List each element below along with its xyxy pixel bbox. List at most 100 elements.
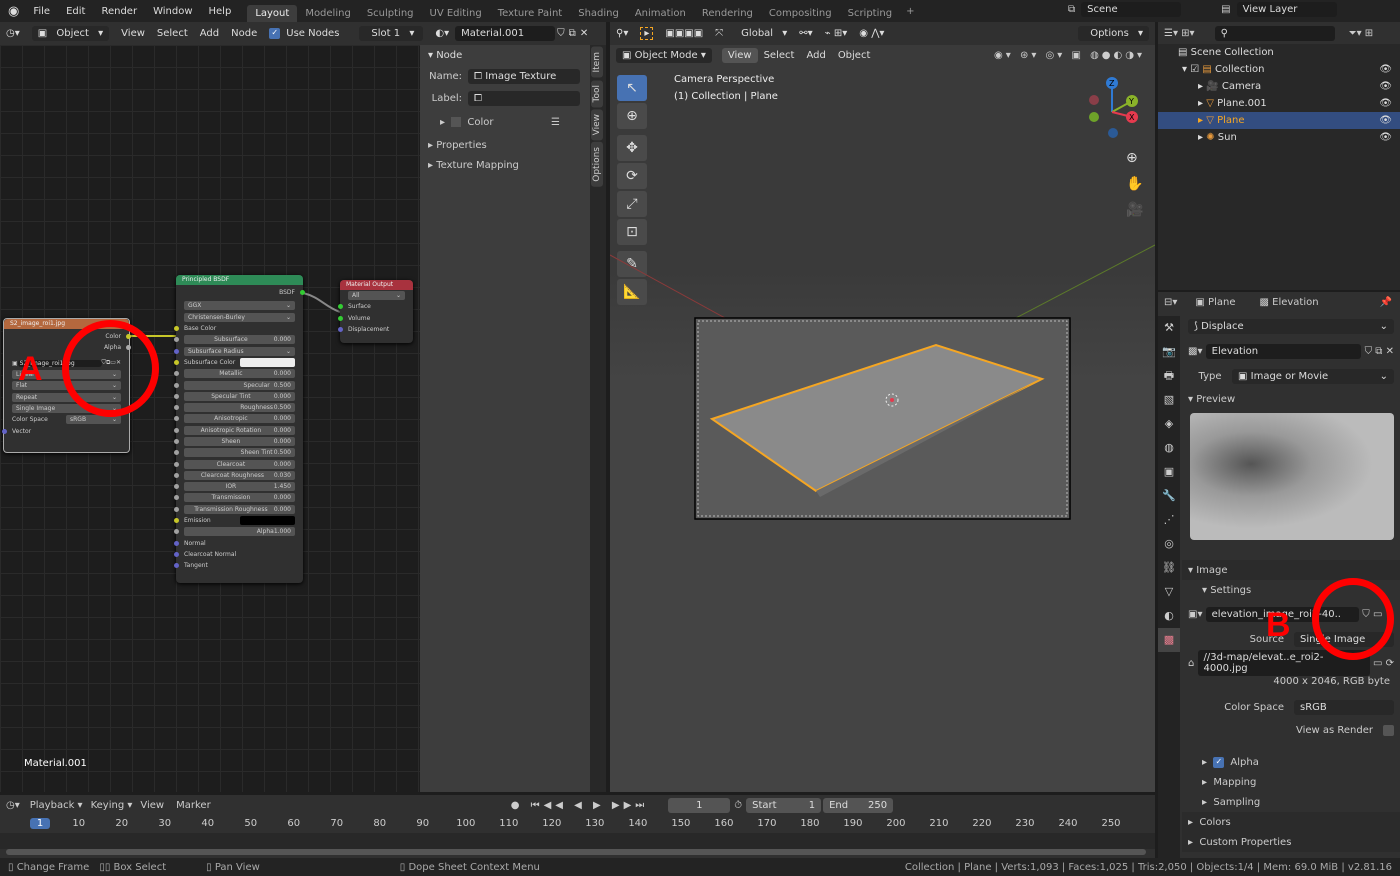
file-browse-icons[interactable]: ▭ ⟳ [1370, 658, 1394, 669]
output-input-displacement[interactable]: Displacement [338, 324, 413, 335]
bsdf-input-tangent[interactable]: Tangent [174, 560, 303, 571]
subsurface-method-dropdown[interactable]: Christensen-Burley ⌄ [184, 312, 295, 322]
timeline-track[interactable] [0, 833, 1155, 849]
socket[interactable] [174, 359, 179, 365]
context-object[interactable]: Plane [1208, 297, 1235, 308]
mapping-panel[interactable]: Mapping [1213, 777, 1256, 788]
expand-mapping-icon[interactable]: ▸ [428, 160, 436, 171]
list-icon[interactable]: ☰ [551, 117, 560, 128]
menu-select[interactable]: Select [157, 28, 188, 39]
orientation-dropdown[interactable]: Global ▾ [735, 28, 787, 39]
view-layer-icon[interactable]: ▤ [1221, 4, 1230, 15]
editor-type-icon[interactable]: ◷▾ [6, 28, 20, 39]
tab-uv-editing[interactable]: UV Editing [422, 5, 490, 22]
tab-texture-paint[interactable]: Texture Paint [490, 5, 571, 22]
tab-item[interactable]: Item [591, 47, 603, 78]
tab-options[interactable]: Options [591, 142, 603, 188]
socket[interactable] [174, 337, 179, 343]
bsdf-input-anisotropic[interactable]: Anisotropic 0.000 [174, 413, 303, 424]
bsdf-input-alpha[interactable]: Alpha 1.000 [174, 526, 303, 537]
properties-tab-particles-icon[interactable]: ⋰ [1158, 508, 1180, 532]
scene-icon[interactable]: ⧉ [1068, 4, 1075, 15]
alpha-checkbox[interactable]: ✓ [1213, 756, 1225, 768]
start-frame-field[interactable]: Start 1 [746, 797, 822, 813]
material-output-node[interactable]: Material Output All ⌄ Surface Volume Displa… [338, 280, 413, 343]
menu-file[interactable]: File [25, 6, 58, 17]
bsdf-input-roughness[interactable]: Roughness 0.500 [174, 402, 303, 413]
bsdf-node-header[interactable]: Principled BSDF [176, 275, 303, 285]
output-node-header[interactable]: Material Output [340, 280, 413, 290]
texture-browse-icon[interactable]: ▩▾ [1188, 346, 1206, 357]
outliner-search-input[interactable]: ⚲ [1214, 25, 1335, 41]
socket[interactable] [174, 529, 179, 535]
outliner-item-camera[interactable]: ▸ 🎥 Camera 👁 [1158, 78, 1400, 95]
outliner-item-sun[interactable]: ▸ ✺ Sun 👁 [1158, 129, 1400, 146]
stopwatch-icon[interactable]: ⏱ [734, 800, 742, 811]
bsdf-input-subsurface-color[interactable]: Subsurface Color [174, 357, 303, 368]
tab-view[interactable]: View [591, 108, 603, 141]
image-expand-icon[interactable]: ▾ [1188, 565, 1196, 576]
properties-type-icon[interactable]: ⊟▾ [1164, 297, 1177, 308]
output-input-surface[interactable]: Surface [338, 301, 413, 312]
visibility-eye-icon[interactable]: 👁 [1379, 132, 1392, 143]
modifier-dropdown[interactable]: ⟆ Displace ⌄ [1188, 319, 1394, 334]
context-texture[interactable]: Elevation [1272, 297, 1318, 308]
socket[interactable] [174, 551, 179, 557]
tab-layout[interactable]: Layout [247, 5, 298, 22]
socket[interactable] [174, 439, 179, 444]
tab-compositing[interactable]: Compositing [761, 5, 840, 22]
bsdf-input-emission[interactable]: Emission [174, 515, 303, 526]
end-frame-field[interactable]: End 250 [823, 797, 894, 813]
properties-tab-physics-icon[interactable]: ◎ [1158, 532, 1180, 556]
tool-settings-icon[interactable]: ⚲▾ [616, 28, 628, 39]
unlink-icon[interactable]: ✕ [580, 28, 588, 39]
properties-tab-render-icon[interactable]: 📷 [1158, 340, 1180, 364]
menu-node[interactable]: Node [231, 28, 257, 39]
bsdf-input-metallic[interactable]: Metallic 0.000 [174, 368, 303, 379]
timeline-type-icon[interactable]: ◷▾ [6, 800, 20, 811]
properties-tab-material-icon[interactable]: ◐ [1158, 604, 1180, 628]
outliner-item-plane-001[interactable]: ▸ ▽ Plane.001 👁 [1158, 95, 1400, 112]
custom-properties-panel[interactable]: Custom Properties [1199, 837, 1291, 848]
select-tool-icon[interactable]: ▸ [640, 27, 654, 40]
bsdf-input-specular[interactable]: Specular 0.500 [174, 379, 303, 390]
socket[interactable] [174, 506, 179, 512]
texture-type-dropdown[interactable]: ▣ Image or Movie ⌄ [1232, 369, 1394, 384]
scene-selector[interactable]: Scene [1081, 2, 1182, 17]
socket[interactable] [174, 495, 179, 501]
properties-panel[interactable]: Properties [436, 140, 487, 151]
color-space-dropdown[interactable]: sRGB [1294, 699, 1394, 715]
menu-playback[interactable]: Playback ▾ [30, 800, 83, 811]
bsdf-input-transmission[interactable]: Transmission 0.000 [174, 492, 303, 503]
properties-tab-modifier-icon[interactable]: 🔧 [1158, 484, 1180, 508]
socket[interactable] [174, 484, 179, 490]
outliner-item-collection[interactable]: ▾ ☑ ▤ Collection 👁 [1158, 61, 1400, 78]
properties-tab-constraints-icon[interactable]: ⛓ [1158, 556, 1180, 580]
collapse-arrow-icon[interactable]: ▾ [428, 50, 436, 61]
image-browse-icon[interactable]: ▣ [12, 360, 18, 367]
socket[interactable] [174, 563, 179, 569]
texture-action-icons[interactable]: ⛉ ⧉ ✕ [1361, 346, 1394, 357]
tab-rendering[interactable]: Rendering [694, 5, 761, 22]
add-workspace-button[interactable]: + [906, 6, 914, 17]
properties-tab-tool-icon[interactable]: ⚒ [1158, 316, 1180, 340]
tab-sculpting[interactable]: Sculpting [359, 5, 422, 22]
frame-ruler[interactable]: 1 10 20 30 40 50 60 70 80 90 100 110 120 130 140 150 160… [0, 817, 1155, 833]
orientation-icon[interactable]: ⤧ [715, 28, 723, 39]
menu-render[interactable]: Render [93, 6, 145, 17]
material-name-field[interactable]: Material.001 [455, 26, 556, 41]
menu-help[interactable]: Help [201, 6, 240, 17]
menu-keying[interactable]: Keying ▾ [91, 800, 133, 811]
image-browse-icon[interactable]: ▣▾ [1188, 609, 1206, 620]
output-target-dropdown[interactable]: All ⌄ [348, 291, 405, 301]
texture-mapping-panel[interactable]: Texture Mapping [436, 160, 519, 171]
slot-dropdown[interactable]: Slot 1 ▾ [359, 26, 424, 41]
menu-add[interactable]: Add [200, 28, 219, 39]
node-editor-canvas[interactable]: S2_image_roi1.jpg Color Alpha ▣ S2_image_… [0, 45, 420, 792]
socket[interactable] [174, 382, 179, 388]
node-name-field[interactable]: ⧠ Image Texture [468, 68, 580, 84]
visibility-eye-icon[interactable]: 👁 [1379, 115, 1392, 126]
bsdf-input-sheen-tint[interactable]: Sheen Tint 0.500 [174, 447, 303, 458]
socket[interactable] [174, 461, 179, 467]
select-mode-icons[interactable]: ▣▣▣▣ [665, 28, 703, 39]
